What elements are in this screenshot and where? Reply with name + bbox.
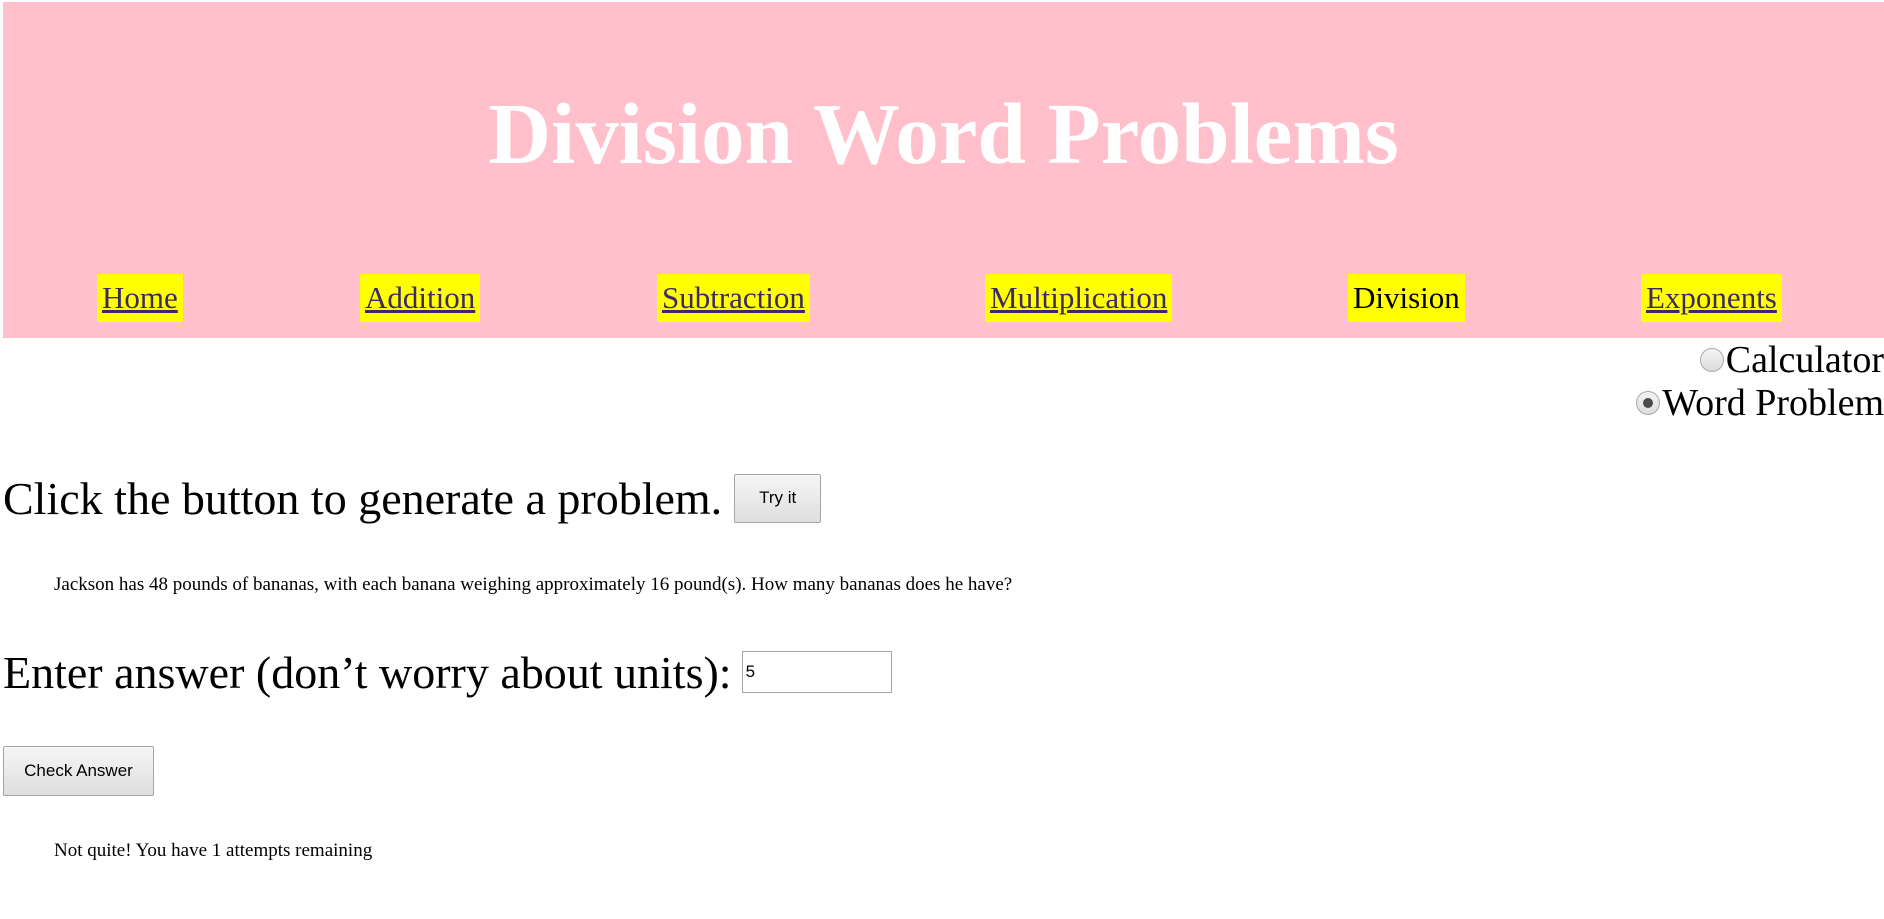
nav-item-multiplication[interactable]: Multiplication (985, 274, 1173, 322)
check-answer-button[interactable]: Check Answer (3, 746, 154, 796)
nav-item-home[interactable]: Home (97, 274, 183, 322)
nav-link-home[interactable]: Home (102, 280, 178, 315)
word-problem-radio-label[interactable]: Word Problem (1662, 383, 1884, 423)
nav-link-subtraction[interactable]: Subtraction (662, 280, 805, 315)
nav-item-exponents[interactable]: Exponents (1641, 274, 1782, 322)
nav-link-addition[interactable]: Addition (365, 280, 475, 315)
generate-prompt-row: Click the button to generate a problem. … (3, 470, 822, 526)
answer-prompt-text: Enter answer (don’t worry about units): (3, 646, 732, 698)
mode-option-word-problem[interactable]: Word Problem (1636, 383, 1884, 423)
feedback-message: Not quite! You have 1 attempts remaining (54, 840, 373, 861)
mode-option-calculator[interactable]: Calculator (1699, 340, 1884, 380)
nav-link-multiplication[interactable]: Multiplication (990, 280, 1167, 315)
nav-item-division: Division (1348, 274, 1465, 322)
nav-item-addition[interactable]: Addition (360, 274, 481, 322)
nav-link-exponents[interactable]: Exponents (1646, 280, 1777, 315)
page-title: Division Word Problems (488, 85, 1399, 182)
nav-item-subtraction[interactable]: Subtraction (657, 274, 810, 322)
nav-label-division: Division (1353, 280, 1460, 315)
page-header: Division Word Problems Home Addition Sub… (3, 2, 1884, 338)
calculator-radio[interactable] (1699, 348, 1724, 372)
answer-input[interactable] (741, 651, 892, 693)
word-problem-radio[interactable] (1636, 391, 1661, 415)
answer-row: Enter answer (don’t worry about units): (3, 642, 892, 702)
try-it-button[interactable]: Try it (734, 473, 822, 523)
generate-prompt-text: Click the button to generate a problem. (3, 472, 723, 524)
problem-text: Jackson has 48 pounds of bananas, with e… (54, 574, 1013, 595)
calculator-radio-label[interactable]: Calculator (1726, 340, 1884, 380)
